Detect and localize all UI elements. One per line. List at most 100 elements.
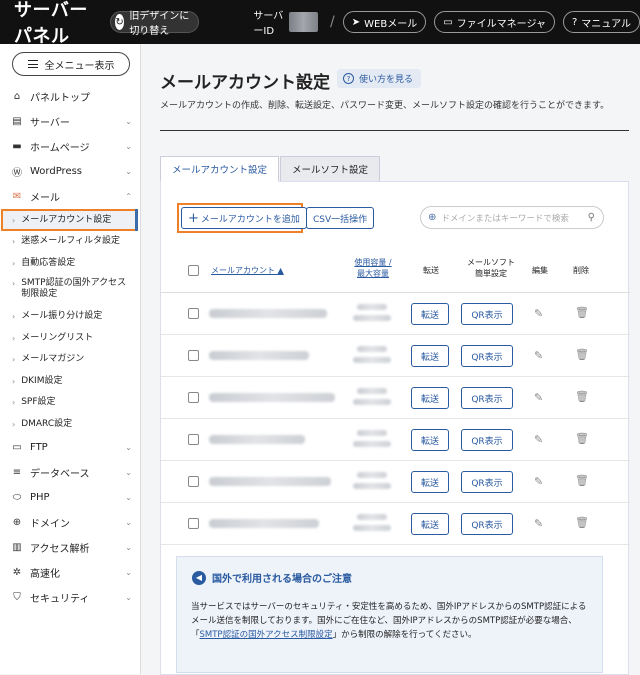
sidebar-item-server[interactable]: ▤ サーバー ⌄ [0,109,140,134]
sidebar-sub-label: 迷惑メールフィルタ設定 [21,236,121,247]
tab-mail-account[interactable]: メールアカウント設定 [160,156,280,182]
brand-title[interactable]: サーバーパネル [14,0,94,48]
select-all-checkbox[interactable] [188,265,199,276]
row-checkbox[interactable] [188,308,199,319]
pencil-icon[interactable]: ✎ [534,475,543,488]
sidebar-item-label: 高速化 [30,569,60,580]
sidebar-item-domain[interactable]: ⊕ ドメイン ⌄ [0,510,140,535]
row-checkbox[interactable] [188,518,199,529]
forward-button[interactable]: 転送 [411,345,449,367]
account-name-redacted [209,309,327,318]
chevron-down-icon: ⌄ [125,493,132,502]
chevron-down-icon: ⌄ [125,593,132,602]
forward-button[interactable]: 転送 [411,429,449,451]
row-checkbox[interactable] [188,434,199,445]
col-usage-line2: 最大容量 [357,269,389,278]
trash-icon[interactable]: 🗑 [575,390,589,403]
sidebar-sub-mailing-list[interactable]: › メーリングリスト [0,328,140,350]
wordpress-icon: Ⓦ [12,168,22,179]
forward-button[interactable]: 転送 [411,387,449,409]
file-manager-button[interactable]: ▭ ファイルマネージャ [434,11,555,33]
webmail-button[interactable]: ➤ WEBメール [342,11,427,33]
qr-button[interactable]: QR表示 [461,471,513,493]
trash-icon[interactable]: 🗑 [575,516,589,529]
sidebar-sub-label: DMARC設定 [21,418,73,429]
col-usage-header[interactable]: 使用容量 / 最大容量 [351,257,395,279]
server-id-value [289,12,319,32]
sidebar-sub-spam-filter[interactable]: › 迷惑メールフィルタ設定 [0,231,140,253]
row-checkbox[interactable] [188,476,199,487]
sidebar-item-database[interactable]: ≡ データベース ⌄ [0,460,140,485]
divider [160,130,629,131]
sidebar-sub-mail-account[interactable]: › メールアカウント設定 [1,209,138,231]
forward-button[interactable]: 転送 [411,303,449,325]
add-mail-account-button[interactable]: + メールアカウントを追加 [181,207,307,229]
manual-button[interactable]: ? マニュアル [562,11,640,33]
old-design-button[interactable]: ↻ 旧デザインに切り替え [109,11,200,37]
sidebar-sub-label: SMTP認証の国外アクセス制限設定 [21,278,127,299]
account-name-redacted [209,477,331,486]
mail-icon: ✉ [12,191,22,202]
pencil-icon[interactable]: ✎ [534,433,543,446]
qr-button[interactable]: QR表示 [461,303,513,325]
csv-bulk-button[interactable]: CSV一括操作 [306,207,375,229]
trash-icon[interactable]: 🗑 [575,474,589,487]
homepage-icon: ▬ [12,141,22,152]
col-account-header[interactable]: メールアカウント ▲ [211,265,284,276]
sidebar-item-homepage[interactable]: ▬ ホームページ ⌄ [0,134,140,159]
pencil-icon[interactable]: ✎ [534,391,543,404]
folder-icon: ▭ [443,16,453,28]
chevron-down-icon: ⌄ [125,518,132,527]
smtp-restriction-link[interactable]: SMTP認証の国外アクセス制限設定 [200,630,333,640]
sidebar-item-security[interactable]: ⛉ セキュリティ ⌄ [0,585,140,610]
sidebar-sub-mail-sorting[interactable]: › メール振り分け設定 [0,306,140,328]
chevron-down-icon: ⌄ [125,117,132,126]
sidebar-sub-spf[interactable]: › SPF設定 [0,392,140,414]
qr-button[interactable]: QR表示 [461,513,513,535]
trash-icon[interactable]: 🗑 [575,432,589,445]
row-checkbox[interactable] [188,350,199,361]
search-icon[interactable]: ⚲ [588,212,595,223]
qr-button[interactable]: QR表示 [461,387,513,409]
forward-button[interactable]: 転送 [411,471,449,493]
sidebar-sub-label: 自動応答設定 [21,257,76,268]
pencil-icon[interactable]: ✎ [534,349,543,362]
usage-redacted [353,441,391,447]
sidebar-item-label: FTP [30,442,48,453]
sidebar-item-label: WordPress [30,166,83,177]
sidebar-item-panel-top[interactable]: ⌂ パネルトップ [0,84,140,109]
sidebar-item-speed[interactable]: ✲ 高速化 ⌄ [0,560,140,585]
chevron-right-icon: › [12,258,16,268]
forward-button[interactable]: 転送 [411,513,449,535]
sidebar-item-php[interactable]: ⬭ PHP ⌄ [0,485,140,510]
tab-mail-software[interactable]: メールソフト設定 [280,156,381,182]
usage-redacted [357,472,387,478]
pencil-icon[interactable]: ✎ [534,517,543,530]
send-icon: ➤ [351,16,361,28]
database-icon: ≡ [12,467,22,478]
sidebar-item-label: セキュリティ [30,594,90,605]
all-menu-button[interactable]: 全メニュー表示 [12,52,130,76]
col-mailsoft-header: メールソフト 簡単設定 [461,257,521,279]
sidebar-sub-auto-reply[interactable]: › 自動応答設定 [0,253,140,275]
trash-icon[interactable]: 🗑 [575,348,589,361]
chevron-up-icon: ⌃ [125,192,132,201]
sidebar-item-analytics[interactable]: ▥ アクセス解析 ⌄ [0,535,140,560]
sidebar-sub-smtp-restriction[interactable]: › SMTP認証の国外アクセス制限設定 [0,274,140,306]
qr-button[interactable]: QR表示 [461,429,513,451]
sidebar-item-mail[interactable]: ✉ メール ⌃ [0,184,140,209]
sidebar-sub-mail-magazine[interactable]: › メールマガジン [0,349,140,371]
trash-icon[interactable]: 🗑 [575,306,589,319]
chevron-down-icon: ⌄ [125,142,132,151]
qr-button[interactable]: QR表示 [461,345,513,367]
sidebar-item-ftp[interactable]: ▭ FTP ⌄ [0,435,140,460]
sidebar-item-wordpress[interactable]: Ⓦ WordPress ⌄ [0,159,140,184]
help-button[interactable]: ? 使い方を見る [337,69,422,88]
sidebar-sub-dmarc[interactable]: › DMARC設定 [0,414,140,436]
account-name-redacted [209,393,335,402]
pencil-icon[interactable]: ✎ [534,307,543,320]
sidebar-sub-dkim[interactable]: › DKIM設定 [0,371,140,393]
search-input[interactable]: ⊕ ドメインまたはキーワードで検索 ⚲ [420,206,604,229]
sidebar-item-label: アクセス解析 [30,544,90,555]
row-checkbox[interactable] [188,392,199,403]
